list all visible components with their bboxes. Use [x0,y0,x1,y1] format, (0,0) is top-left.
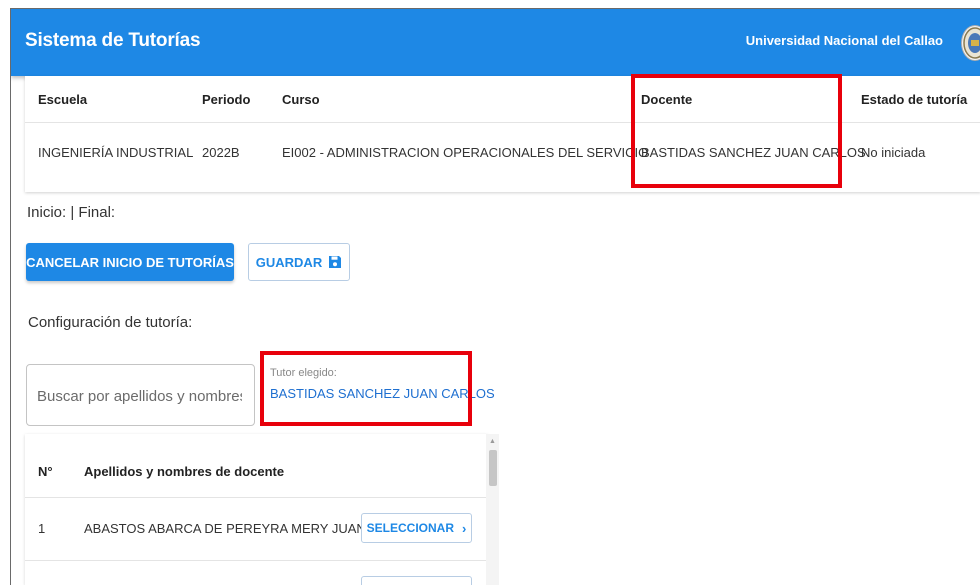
app-title: Sistema de Tutorías [25,30,201,51]
column-header-teacher-name: Apellidos y nombres de docente [84,464,285,479]
column-header-escuela: Escuela [38,92,88,107]
teacher-list-scrollbar[interactable]: ▲ [486,434,499,585]
cancel-tutoring-button[interactable]: CANCELAR INICIO DE TUTORÍAS [26,243,234,281]
university-name: Universidad Nacional del Callao [745,33,943,48]
cell-estado: No iniciada [861,145,926,160]
row-divider [25,560,488,561]
save-button-label: GUARDAR [255,254,323,270]
teacher-list-table: N° Apellidos y nombres de docente 1 ABAS… [25,434,488,585]
column-header-number: N° [38,464,53,479]
teacher-row-name: ABASTOS ABARCA DE PEREYRA MERY JUANA [84,521,375,536]
select-teacher-button[interactable]: SELECCIONAR › [361,513,472,543]
date-range-label: Inicio: | Final: [27,204,116,221]
tutoring-config-label: Configuración de tutoría: [28,314,193,331]
cell-periodo: 2022B [202,145,240,160]
highlight-box-tutor [260,351,472,426]
cell-escuela: INGENIERÍA INDUSTRIAL [38,145,194,160]
teacher-search-field[interactable] [26,364,255,426]
app-bar: Sistema de Tutorías Universidad Nacional… [11,9,980,76]
app-window: Sistema de Tutorías Universidad Nacional… [10,8,980,585]
teacher-row-number: 1 [38,521,46,536]
scroll-thumb[interactable] [489,450,497,486]
column-header-curso: Curso [282,92,320,107]
chevron-right-icon: › [462,520,467,536]
cell-curso: EI002 - ADMINISTRACION OPERACIONALES DEL… [282,145,649,160]
row-divider [25,497,488,498]
teacher-search-input[interactable] [37,385,242,407]
floppy-disk-icon [329,256,342,268]
column-header-estado: Estado de tutoría [861,92,968,107]
university-seal-icon [961,25,980,61]
save-button[interactable]: GUARDAR [248,243,350,281]
scroll-up-arrow-icon[interactable]: ▲ [489,438,496,446]
column-header-periodo: Periodo [202,92,251,107]
highlight-box-docente [631,74,842,188]
select-button-label: SELECCIONAR [366,521,454,535]
